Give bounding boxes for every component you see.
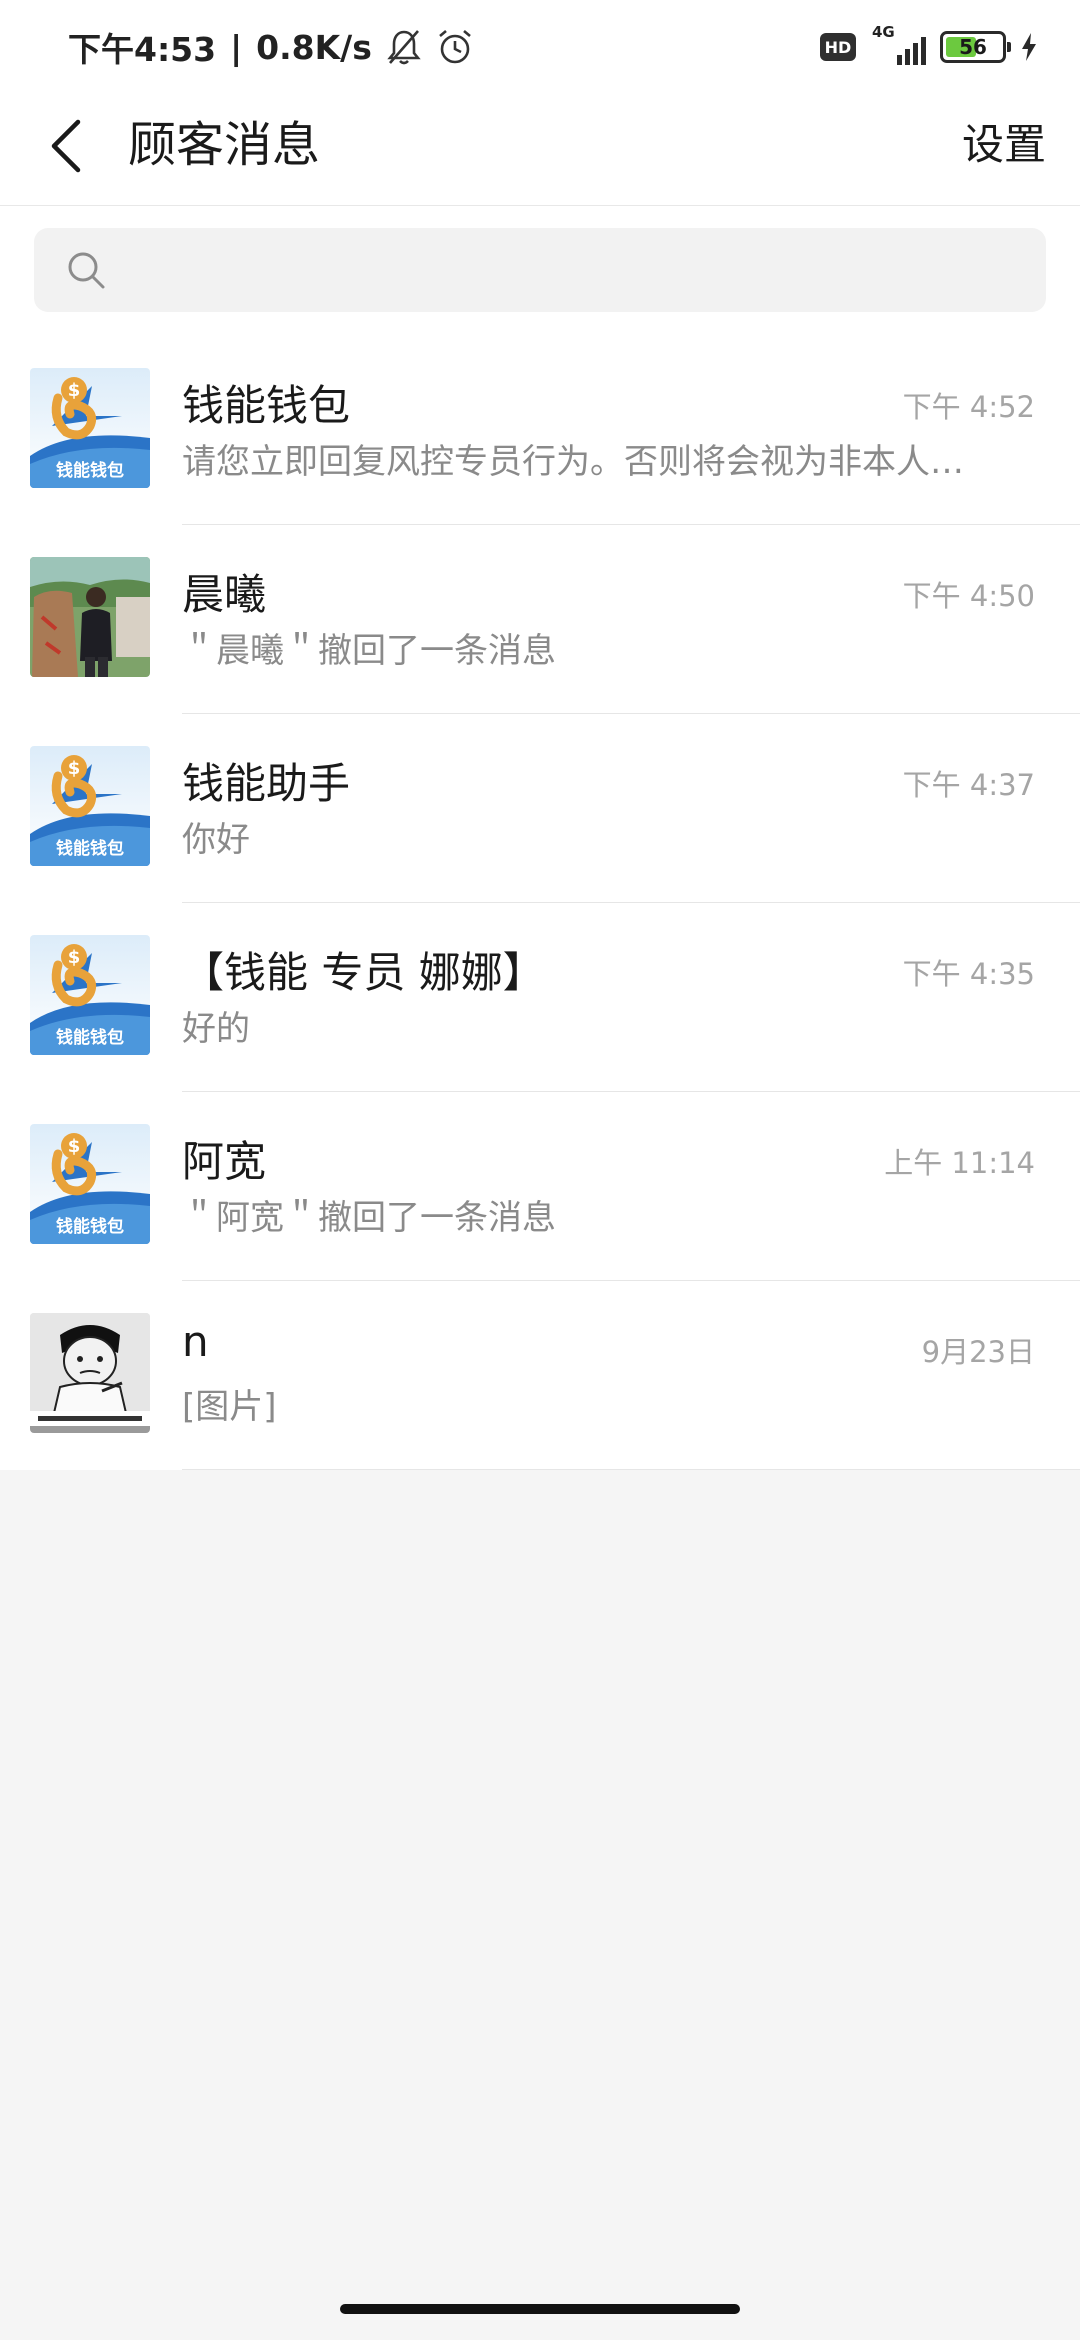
conversation-preview: [图片] [182, 1387, 277, 1427]
conversation-row[interactable]: $ 钱能钱包 阿宽 ＂阿宽＂撤回了一条消息 上午 11:14 [0, 1092, 1080, 1281]
conversation-preview: 你好 [182, 820, 250, 860]
svg-text:$: $ [68, 380, 81, 401]
photo-portrait-avatar [30, 557, 150, 677]
cellular-signal-icon: 4G [870, 23, 926, 67]
svg-text:$: $ [68, 1136, 81, 1157]
conversation-row[interactable]: $ 钱能钱包 【钱能 专员 娜娜】好的 下午 4:35 [0, 903, 1080, 1092]
search-box[interactable] [34, 228, 1046, 312]
avatar: $ 钱能钱包 [30, 935, 150, 1055]
svg-text:钱能钱包: 钱能钱包 [56, 1027, 124, 1048]
qianneng-logo-avatar: $ 钱能钱包 [30, 1124, 150, 1244]
conversation-preview: 请您立即回复风控专员行为。否则将会视为非本人… [182, 442, 964, 482]
status-left: 下午4:53 | 0.8K/s [68, 22, 474, 72]
conversation-name: 钱能钱包 [182, 381, 351, 430]
status-right: HD 4G 56 [820, 23, 1038, 70]
conversation-time: 下午 4:37 [902, 768, 1035, 802]
avatar [30, 557, 150, 677]
svg-text:钱能钱包: 钱能钱包 [56, 838, 124, 859]
battery-level: 56 [959, 35, 987, 59]
avatar [30, 1313, 150, 1433]
conversation-row[interactable]: $ 钱能钱包 钱能钱包 请您立即回复风控专员行为。否则将会视为非本人… 下午 4:5… [0, 336, 1080, 525]
signal-bars [897, 37, 926, 65]
chevron-left-icon [51, 119, 81, 173]
conversation-time: 下午 4:35 [902, 957, 1035, 991]
back-button[interactable] [36, 114, 96, 178]
svg-text:$: $ [68, 758, 81, 779]
search-bar [0, 206, 1080, 336]
home-indicator [340, 2304, 740, 2314]
qianneng-logo-avatar: $ 钱能钱包 [30, 746, 150, 866]
svg-text:钱能钱包: 钱能钱包 [56, 460, 124, 481]
conversation-preview: 好的 [182, 1009, 250, 1049]
meme-cartoon-avatar [30, 1313, 150, 1433]
status-net-speed: 0.8K/s [256, 27, 372, 67]
search-input[interactable] [124, 228, 1026, 312]
hd-badge: HD [820, 33, 856, 61]
qianneng-logo-avatar: $ 钱能钱包 [30, 368, 150, 488]
battery-icon: 56 [940, 31, 1011, 63]
svg-text:钱能钱包: 钱能钱包 [56, 1216, 124, 1237]
conversation-name: n [182, 1317, 209, 1366]
conversation-row[interactable]: 晨曦 ＂晨曦＂撤回了一条消息 下午 4:50 [0, 525, 1080, 714]
settings-button[interactable]: 设置 [962, 114, 1046, 176]
status-separator: | [230, 27, 243, 67]
conversation-preview: ＂阿宽＂撤回了一条消息 [182, 1198, 556, 1238]
avatar: $ 钱能钱包 [30, 1124, 150, 1244]
conversation-row[interactable]: n [图片] 9月23日 [0, 1281, 1080, 1470]
conversation-time: 上午 11:14 [884, 1146, 1035, 1180]
mute-bell-icon [386, 27, 422, 67]
conversation-name: 钱能助手 [182, 759, 351, 808]
status-bar: 下午4:53 | 0.8K/s HD 4G 56 [0, 0, 1080, 90]
conversation-time: 下午 4:50 [902, 579, 1035, 613]
avatar: $ 钱能钱包 [30, 746, 150, 866]
svg-text:$: $ [68, 947, 81, 968]
app-header: 顾客消息 设置 [0, 90, 1080, 206]
charging-bolt-icon [1020, 32, 1038, 62]
message-list: $ 钱能钱包 钱能钱包 请您立即回复风控专员行为。否则将会视为非本人… 下午 4:5… [0, 336, 1080, 1470]
conversation-time: 下午 4:52 [902, 390, 1035, 424]
avatar: $ 钱能钱包 [30, 368, 150, 488]
row-divider [182, 1469, 1080, 1470]
network-type-label: 4G [872, 23, 895, 41]
conversation-name: 晨曦 [182, 570, 267, 619]
search-icon [68, 252, 105, 289]
conversation-row[interactable]: $ 钱能钱包 钱能助手你好 下午 4:37 [0, 714, 1080, 903]
page-title: 顾客消息 [128, 117, 321, 173]
qianneng-logo-avatar: $ 钱能钱包 [30, 935, 150, 1055]
conversation-name: 【钱能 专员 娜娜】 [182, 948, 545, 997]
status-time: 下午4:53 [68, 30, 217, 69]
alarm-clock-icon [436, 27, 474, 67]
conversation-name: 阿宽 [182, 1137, 267, 1186]
conversation-time: 9月23日 [921, 1335, 1035, 1369]
conversation-preview: ＂晨曦＂撤回了一条消息 [182, 631, 556, 671]
